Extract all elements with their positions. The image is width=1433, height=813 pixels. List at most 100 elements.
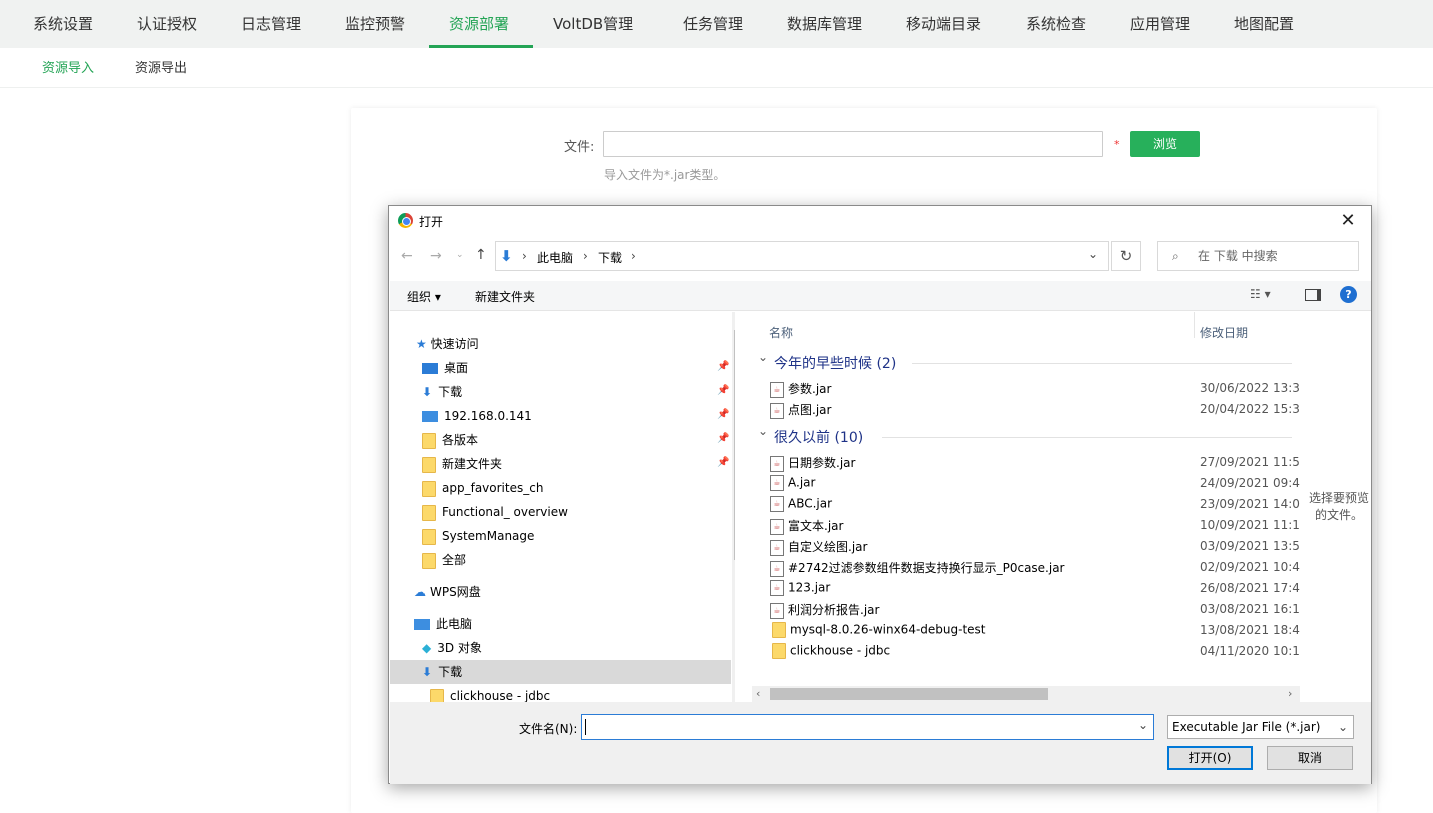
refresh-icon[interactable]: ↻: [1111, 241, 1141, 271]
up-arrow-icon[interactable]: ↑: [475, 247, 487, 263]
preview-pane-icon[interactable]: [1305, 289, 1321, 301]
preview-note: 选择要预览的文件。: [1308, 491, 1369, 522]
nav-tab-app-manage[interactable]: 应用管理: [1110, 0, 1210, 48]
search-input[interactable]: ⌕ 在 下载 中搜索: [1157, 241, 1359, 271]
download-icon: ⬇: [422, 665, 433, 679]
file-name: 参数.jar: [788, 382, 832, 396]
filetype-select[interactable]: Executable Jar File (*.jar) ⌄: [1167, 715, 1354, 739]
sidebar-item-versions[interactable]: 各版本: [422, 428, 478, 452]
list-item[interactable]: ☕ ABC.jar 23/09/2021 14:09: [770, 496, 1300, 516]
recent-dropdown-icon[interactable]: ⌄: [456, 250, 464, 260]
sidebar-scrollbar[interactable]: ⌃ ⌄: [732, 312, 735, 702]
jar-file-icon: ☕: [770, 381, 784, 398]
address-bar[interactable]: ⬇ › 此电脑 › 下载 › ⌄: [495, 241, 1109, 271]
sidebar-item-wps-drive[interactable]: ☁ WPS网盘: [414, 580, 481, 604]
scrollbar-thumb[interactable]: [770, 688, 1048, 700]
filename-input[interactable]: ⌄: [581, 714, 1154, 740]
nav-tab-resource-deploy[interactable]: 资源部署: [429, 0, 533, 48]
list-item[interactable]: ☕ A.jar 24/09/2021 09:44: [770, 475, 1300, 495]
jar-file-icon: ☕: [770, 580, 784, 596]
sidebar-item-downloads-pinned[interactable]: ⬇ 下载: [422, 380, 462, 404]
list-item[interactable]: ☕ #2742过滤参数组件数据支持换行显示_P0case.jar 02/09/202…: [770, 559, 1300, 579]
sidebar-item-app-favorites[interactable]: app_favorites_ch: [422, 476, 543, 500]
list-item[interactable]: ☕ 利润分析报告.jar 03/08/2021 16:16: [770, 601, 1300, 621]
nav-tab-mobile-catalog[interactable]: 移动端目录: [886, 0, 1001, 48]
sidebar-item-3d-objects[interactable]: ◆ 3D 对象: [422, 636, 482, 660]
list-item[interactable]: ☕ 123.jar 26/08/2021 17:49: [770, 580, 1300, 600]
file-name: 点图.jar: [788, 403, 832, 417]
dialog-title: 打开: [419, 215, 444, 229]
browse-button[interactable]: 浏览: [1130, 131, 1200, 157]
scroll-left-icon[interactable]: ‹: [756, 687, 760, 700]
file-type-hint: 导入文件为*.jar类型。: [604, 168, 726, 182]
jar-file-icon: ☕: [770, 539, 784, 556]
cancel-button[interactable]: 取消: [1267, 746, 1353, 770]
search-placeholder: 在 下载 中搜索: [1198, 249, 1278, 263]
list-item[interactable]: ☕ 富文本.jar 10/09/2021 11:18: [770, 517, 1300, 537]
sidebar-item-downloads[interactable]: ⬇ 下载: [390, 660, 731, 684]
required-star: *: [1114, 138, 1120, 151]
group-header[interactable]: 今年的早些时候 (2): [774, 353, 896, 373]
nav-tab-system-check[interactable]: 系统检查: [1006, 0, 1106, 48]
nav-tab-database[interactable]: 数据库管理: [767, 0, 882, 48]
nav-tab-logs[interactable]: 日志管理: [221, 0, 321, 48]
chevron-down-icon[interactable]: ⌄: [1138, 718, 1148, 732]
file-name: 日期参数.jar: [788, 456, 856, 470]
nav-tab-tasks[interactable]: 任务管理: [663, 0, 763, 48]
sidebar-item-label: 各版本: [442, 433, 479, 447]
group-header[interactable]: 很久以前 (10): [774, 427, 863, 447]
nav-tab-map-config[interactable]: 地图配置: [1214, 0, 1314, 48]
nav-tab-monitoring[interactable]: 监控预警: [325, 0, 425, 48]
open-button[interactable]: 打开(O): [1167, 746, 1253, 770]
sidebar-item-quick-access[interactable]: ★ 快速访问: [416, 332, 479, 356]
file-date: 23/09/2021 14:09: [1200, 497, 1300, 511]
scroll-right-icon[interactable]: ›: [1288, 687, 1292, 700]
nav-tab-voltdb[interactable]: VoltDB管理: [533, 0, 653, 48]
list-item[interactable]: ☕ 点图.jar 20/04/2022 15:32: [770, 401, 1300, 421]
chevron-down-icon[interactable]: ⌄: [758, 424, 768, 438]
sidebar-item-label: 新建文件夹: [442, 457, 503, 471]
column-divider[interactable]: [1194, 312, 1195, 338]
forward-arrow-icon[interactable]: →: [430, 248, 442, 264]
organize-button[interactable]: 组织 ▾: [407, 288, 441, 305]
sidebar-item-functional-overview[interactable]: Functional_ overview: [422, 500, 568, 524]
breadcrumb-this-pc[interactable]: 此电脑: [537, 249, 573, 266]
subtab-resource-import[interactable]: 资源导入: [42, 48, 94, 90]
file-input[interactable]: [603, 131, 1103, 157]
sidebar-item-all[interactable]: 全部: [422, 548, 466, 572]
sidebar-item-network-host[interactable]: 192.168.0.141: [422, 404, 532, 428]
list-item[interactable]: clickhouse - jdbc 04/11/2020 10:17: [772, 643, 1300, 663]
list-item[interactable]: ☕ 日期参数.jar 27/09/2021 11:51: [770, 454, 1300, 474]
desktop-icon: [422, 363, 438, 374]
jar-file-icon: ☕: [770, 496, 784, 512]
view-options-icon[interactable]: ☷ ▾: [1250, 287, 1271, 301]
breadcrumb-downloads[interactable]: 下载: [598, 249, 622, 266]
column-header-modified[interactable]: 修改日期: [1200, 324, 1248, 341]
subtab-resource-export[interactable]: 资源导出: [135, 48, 187, 90]
list-item[interactable]: ☕ 自定义绘图.jar 03/09/2021 13:52: [770, 538, 1300, 558]
sidebar-item-label: app_favorites_ch: [442, 481, 544, 495]
sidebar-item-desktop[interactable]: 桌面: [422, 356, 468, 380]
scrollbar-thumb[interactable]: [734, 330, 735, 560]
column-header-name[interactable]: 名称: [769, 324, 793, 341]
back-arrow-icon[interactable]: ←: [401, 248, 413, 264]
file-list-hscrollbar[interactable]: ‹ ›: [752, 686, 1300, 702]
new-folder-button[interactable]: 新建文件夹: [475, 288, 535, 305]
jar-file-icon: ☕: [770, 518, 784, 535]
help-icon[interactable]: ?: [1340, 286, 1357, 303]
sidebar-item-clickhouse-jdbc[interactable]: clickhouse - jdbc: [430, 684, 550, 702]
sidebar-item-systemmanage[interactable]: SystemManage: [422, 524, 534, 548]
chevron-down-icon[interactable]: ⌄: [1088, 247, 1098, 261]
list-item[interactable]: ☕ 参数.jar 30/06/2022 13:38: [770, 380, 1300, 400]
nav-tab-auth[interactable]: 认证授权: [117, 0, 217, 48]
list-item[interactable]: mysql-8.0.26-winx64-debug-test 13/08/2021…: [772, 622, 1300, 642]
chevron-down-icon: ⌄: [1337, 720, 1348, 734]
sidebar-item-label: 3D 对象: [437, 641, 482, 655]
sidebar-item-new-folder[interactable]: 新建文件夹: [422, 452, 502, 476]
close-icon[interactable]: ✕: [1333, 209, 1363, 233]
group-divider: [912, 363, 1292, 364]
sidebar-item-this-pc[interactable]: 此电脑: [414, 612, 472, 636]
nav-tab-system-settings[interactable]: 系统设置: [13, 0, 113, 48]
chevron-down-icon[interactable]: ⌄: [758, 350, 768, 364]
open-file-dialog: 打开 ✕ ← → ⌄ ↑ ⬇ › 此电脑 › 下载 › ⌄ ↻ ⌕ 在 下载 中…: [388, 205, 1372, 784]
